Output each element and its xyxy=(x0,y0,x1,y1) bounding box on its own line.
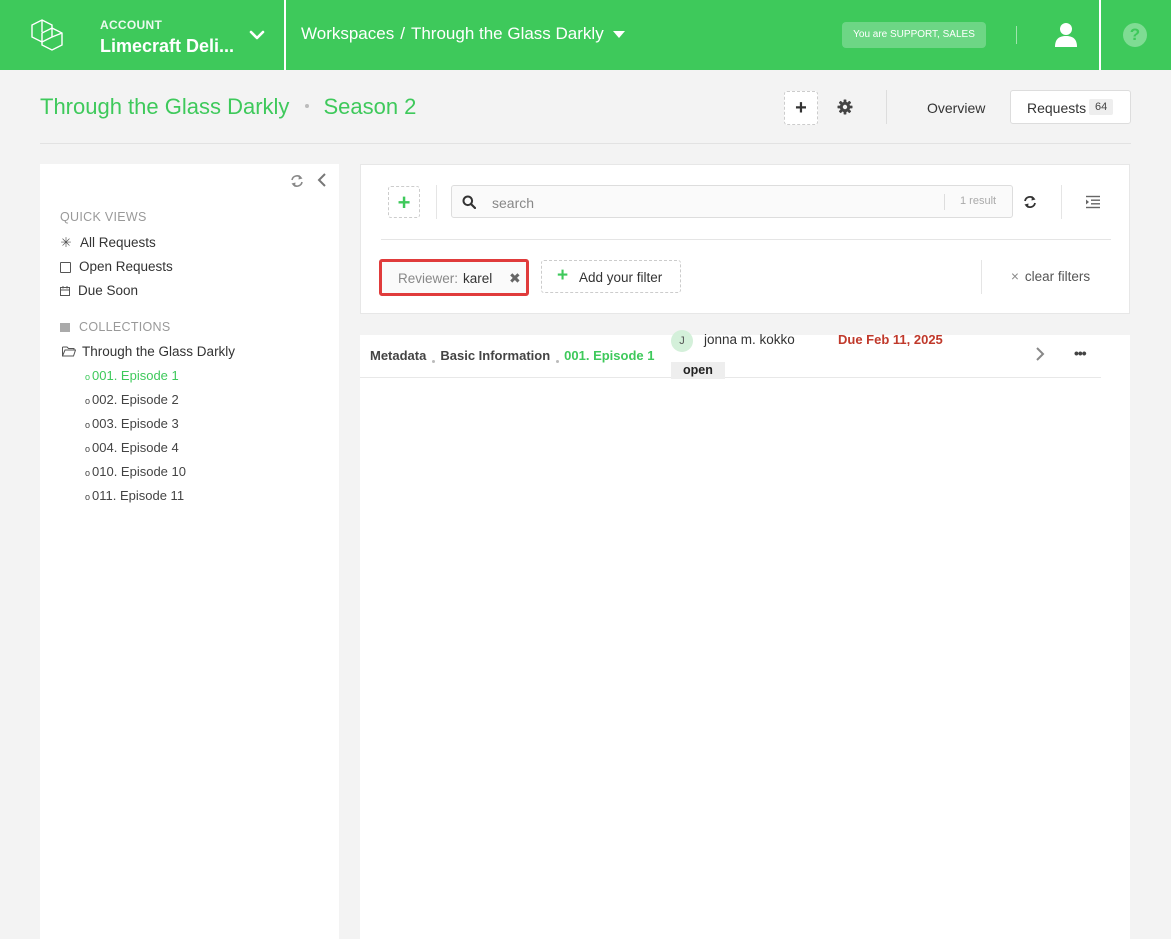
bullet-icon: o xyxy=(85,396,91,406)
tab-requests[interactable]: Requests 64 xyxy=(1010,90,1131,124)
path-separator xyxy=(432,360,436,363)
request-type: Metadata xyxy=(370,348,427,363)
list-indent-icon[interactable] xyxy=(1085,195,1101,209)
request-path: Metadata Basic Information 001. Episode 1 xyxy=(370,348,654,363)
add-button[interactable]: + xyxy=(784,91,818,125)
results-list: Metadata Basic Information 001. Episode 1 … xyxy=(360,314,1130,939)
collection-root[interactable]: Through the Glass Darkly xyxy=(62,344,235,359)
collection-item[interactable]: o 004. Episode 4 xyxy=(85,440,179,455)
calendar-icon xyxy=(60,286,70,297)
chevron-left-icon[interactable] xyxy=(316,173,328,187)
divider xyxy=(944,194,945,210)
close-icon: × xyxy=(1011,269,1019,284)
top-bar: ACCOUNT Limecraft Deli... Workspaces / Thr… xyxy=(0,0,1171,70)
quick-views-title: QUICK VIEWS xyxy=(60,210,147,224)
bullet-icon: o xyxy=(85,420,91,430)
filter-key: Reviewer: xyxy=(398,271,459,286)
add-filter-label: Add your filter xyxy=(579,270,663,285)
breadcrumb: Workspaces / Through the Glass Darkly xyxy=(301,24,604,44)
clear-filters-button[interactable]: × clear filters xyxy=(1011,269,1090,284)
caret-down-icon[interactable] xyxy=(613,31,625,38)
chevron-down-icon[interactable] xyxy=(248,26,266,44)
requests-count-badge: 64 xyxy=(1089,99,1114,115)
tab-overview[interactable]: Overview xyxy=(927,100,985,116)
bullet-icon: o xyxy=(85,468,91,478)
archive-icon xyxy=(60,323,70,332)
search-icon xyxy=(462,195,476,209)
request-row[interactable]: Metadata Basic Information 001. Episode 1 … xyxy=(360,330,1101,379)
result-count: 1 result xyxy=(960,195,997,207)
collection-item[interactable]: o 001. Episode 1 xyxy=(85,368,179,383)
path-separator xyxy=(556,360,560,363)
account-switcher[interactable]: ACCOUNT Limecraft Deli... xyxy=(100,18,234,57)
requests-toolbar: + 1 result Reviewer: karel ✖ + xyxy=(360,164,1130,314)
chevron-right-icon[interactable] xyxy=(1035,347,1045,361)
season-title[interactable]: Season 2 xyxy=(323,94,416,119)
help-icon[interactable]: ? xyxy=(1123,23,1147,47)
search-input[interactable] xyxy=(490,192,934,214)
quick-view-due-soon[interactable]: Due Soon xyxy=(60,283,138,298)
clear-filters-label: clear filters xyxy=(1024,269,1091,284)
bullet-icon: o xyxy=(85,372,91,382)
role-badge: You are SUPPORT, SALES xyxy=(842,22,986,48)
collection-item[interactable]: o 010. Episode 10 xyxy=(85,464,186,479)
refresh-icon[interactable] xyxy=(1023,195,1037,209)
folder-open-icon xyxy=(62,346,77,357)
breadcrumb-current[interactable]: Through the Glass Darkly xyxy=(411,24,604,43)
remove-filter-icon[interactable]: ✖ xyxy=(509,270,521,287)
divider xyxy=(886,90,887,124)
workspace-title[interactable]: Through the Glass Darkly xyxy=(40,94,289,119)
request-collection[interactable]: 001. Episode 1 xyxy=(564,348,654,363)
filter-value: karel xyxy=(463,271,493,286)
limecraft-logo-icon[interactable] xyxy=(30,16,70,54)
request-section: Basic Information xyxy=(440,348,551,363)
gear-icon[interactable] xyxy=(836,98,854,116)
quick-view-label: All Requests xyxy=(80,235,156,250)
search-box: 1 result xyxy=(451,185,1013,218)
collection-root-label: Through the Glass Darkly xyxy=(82,344,236,359)
asterisk-icon: ✳ xyxy=(60,235,72,250)
account-name: Limecraft Deli... xyxy=(100,36,235,56)
bullet-icon: o xyxy=(85,444,91,454)
divider xyxy=(1061,185,1062,219)
page-title: Through the Glass Darkly Season 2 xyxy=(40,94,416,120)
refresh-icon[interactable] xyxy=(290,174,304,188)
bullet-icon: o xyxy=(85,492,91,502)
collections-title: COLLECTIONS xyxy=(60,320,171,334)
user-icon[interactable] xyxy=(1054,22,1078,48)
due-date: Due Feb 11, 2025 xyxy=(838,332,943,347)
avatar: J xyxy=(671,330,693,352)
sidebar: QUICK VIEWS ✳ All Requests Open Requests … xyxy=(40,164,339,939)
header-divider xyxy=(40,143,1131,144)
collection-item[interactable]: o 003. Episode 3 xyxy=(85,416,179,431)
add-filter-button[interactable]: + Add your filter xyxy=(541,260,681,293)
quick-view-label: Due Soon xyxy=(78,283,139,298)
collection-item[interactable]: o 002. Episode 2 xyxy=(85,392,179,407)
status-badge: open xyxy=(671,362,725,379)
filter-chip-reviewer[interactable]: Reviewer: karel ✖ xyxy=(379,259,529,296)
title-separator xyxy=(305,104,310,109)
divider xyxy=(1016,26,1017,44)
account-label: ACCOUNT xyxy=(100,18,163,32)
divider xyxy=(381,239,1111,240)
divider xyxy=(981,260,982,294)
assignee-name: jonna m. kokko xyxy=(704,332,795,347)
add-request-button[interactable]: + xyxy=(388,186,420,218)
breadcrumb-workspaces[interactable]: Workspaces xyxy=(301,24,394,43)
divider xyxy=(284,0,286,70)
divider xyxy=(436,185,437,219)
quick-view-label: Open Requests xyxy=(79,259,173,274)
plus-icon: + xyxy=(557,265,569,286)
tab-requests-label: Requests xyxy=(1027,100,1087,116)
quick-view-open-requests[interactable]: Open Requests xyxy=(60,259,173,274)
more-options-icon[interactable]: ••• xyxy=(1074,345,1087,361)
breadcrumb-separator: / xyxy=(400,24,405,43)
collection-item[interactable]: o 011. Episode 11 xyxy=(85,488,184,503)
checkbox-icon xyxy=(60,261,71,273)
divider xyxy=(1099,0,1101,70)
quick-view-all-requests[interactable]: ✳ All Requests xyxy=(60,235,156,251)
